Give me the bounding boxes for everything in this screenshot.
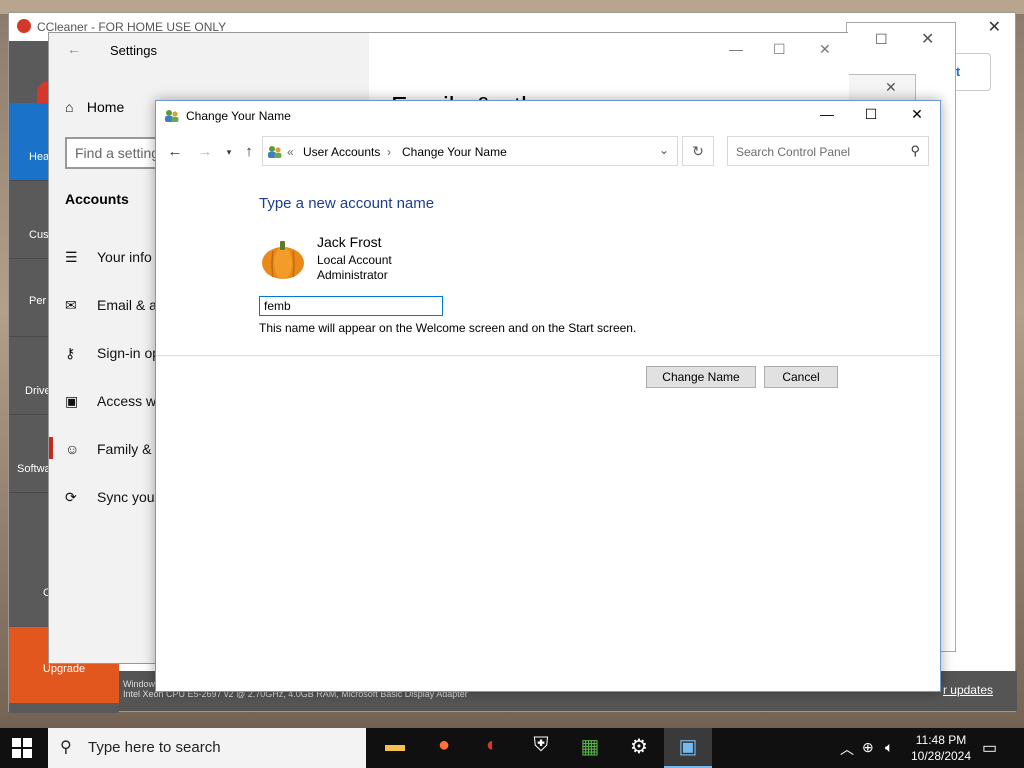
dialog-title: Change Your Name — [186, 109, 291, 123]
user-accounts-icon — [268, 146, 282, 158]
control-panel-taskbar-button[interactable]: ▣ — [664, 728, 712, 768]
minimize-icon[interactable]: — — [729, 41, 743, 57]
mail-icon: ✉ — [65, 297, 77, 313]
ccleaner-nav-label: Softwa — [17, 463, 51, 475]
dialog-heading: Type a new account name — [259, 195, 435, 212]
notifications-icon[interactable]: ▭ — [982, 738, 997, 758]
background-window-bar: ✕ — [846, 74, 916, 102]
forward-arrow-icon[interactable]: → — [196, 143, 214, 161]
windows-security-icon[interactable]: ⛨ — [527, 734, 555, 762]
dialog-titlebar: Change Your Name — ☐ ✕ — [156, 101, 940, 131]
name-hint-text: This name will appear on the Welcome scr… — [259, 321, 637, 335]
user-display-name: Jack Frost — [317, 234, 382, 250]
back-arrow-icon[interactable]: ← — [166, 143, 184, 161]
taskbar-search-box[interactable]: ⚲ Type here to search — [48, 728, 366, 768]
settings-home-link[interactable]: ⌂ Home — [65, 99, 124, 115]
settings-item-email[interactable]: ✉ Email & ac — [65, 297, 164, 314]
address-bar[interactable]: « User Accounts › Change Your Name ⌄ — [262, 136, 678, 166]
person-card-icon: ☰ — [65, 249, 78, 265]
minimize-icon[interactable]: — — [812, 106, 842, 126]
recent-locations-chevron-icon[interactable]: ▾ — [220, 147, 238, 165]
settings-item-label: Family & o — [97, 441, 164, 457]
back-arrow-icon[interactable]: ← — [67, 41, 81, 57]
control-panel-icon: ▣ — [678, 736, 698, 758]
settings-item-sync[interactable]: ⟳ Sync your — [65, 489, 159, 506]
taskbar: ⚲ Type here to search ▬ ● ◐ ⛨ ▦ ⚙ ▣ ︿ ⊕ … — [0, 728, 1024, 768]
ccleaner-logo-icon — [17, 19, 31, 33]
home-label: Home — [86, 99, 125, 115]
ccleaner-nav-label: Cus — [29, 229, 49, 241]
system-clock[interactable]: 11:48 PM 10/28/2024 — [908, 732, 974, 764]
clock-date: 10/28/2024 — [910, 749, 972, 763]
sync-icon: ⟳ — [65, 489, 77, 505]
ccleaner-taskbar-icon[interactable]: ◐ — [478, 734, 506, 762]
maximize-icon[interactable]: ☐ — [856, 106, 886, 126]
user-role: Administrator — [317, 268, 388, 282]
breadcrumb-separator-icon[interactable]: › — [387, 145, 391, 159]
settings-section-title: Accounts — [65, 191, 129, 207]
windows-start-icon[interactable] — [12, 738, 32, 758]
clock-time: 11:48 PM — [915, 733, 967, 747]
settings-item-label: Access wo — [97, 393, 164, 409]
volume-icon[interactable]: 🔈︎ — [885, 739, 893, 756]
settings-item-your-info[interactable]: ☰ Your info — [65, 249, 152, 266]
ccleaner-nav-label: Hea — [29, 151, 50, 163]
app-colorful-icon[interactable]: ▦ — [576, 734, 604, 762]
settings-item-family[interactable]: ☺ Family & o — [65, 441, 163, 457]
taskbar-search-placeholder: Type here to search — [88, 739, 221, 756]
settings-item-label: Sync your — [97, 489, 160, 505]
settings-gear-icon[interactable]: ⚙ — [625, 734, 653, 762]
add-person-icon: ☺ — [65, 441, 80, 457]
control-panel-search-input[interactable]: Search Control Panel ⚲ — [727, 136, 929, 166]
home-icon: ⌂ — [65, 99, 74, 115]
settings-item-label: Email & ac — [97, 297, 164, 313]
dialog-divider — [156, 355, 940, 356]
search-icon: ⚲ — [60, 739, 72, 756]
active-item-marker — [49, 437, 53, 459]
up-arrow-icon[interactable]: ↑ — [240, 143, 258, 161]
user-avatar — [262, 241, 304, 279]
check-updates-link[interactable]: r updates — [943, 683, 993, 697]
close-icon[interactable]: ✕ — [921, 29, 934, 49]
show-hidden-icons-chevron-icon[interactable]: ︿ — [840, 739, 854, 759]
change-name-button[interactable]: Change Name — [646, 366, 756, 388]
user-accounts-icon — [165, 110, 179, 122]
network-icon[interactable]: ⊕ — [862, 739, 874, 756]
briefcase-icon: ▣ — [65, 393, 79, 409]
breadcrumb-overflow-icon[interactable]: « — [287, 145, 294, 159]
address-dropdown-icon[interactable]: ⌄ — [659, 143, 669, 157]
settings-item-access-work[interactable]: ▣ Access wo — [65, 393, 164, 410]
key-icon: ⚷ — [65, 345, 76, 361]
new-account-name-input[interactable] — [259, 296, 443, 316]
close-icon[interactable]: ✕ — [819, 41, 831, 58]
maximize-icon[interactable]: ☐ — [773, 41, 786, 58]
file-explorer-icon[interactable]: ▬ — [381, 734, 409, 762]
close-icon[interactable]: ✕ — [902, 106, 932, 126]
refresh-icon[interactable]: ↻ — [682, 136, 714, 166]
settings-item-sign-in[interactable]: ⚷ Sign-in op — [65, 345, 160, 362]
firefox-icon[interactable]: ● — [430, 734, 458, 762]
breadcrumb-change-your-name[interactable]: Change Your Name — [402, 145, 507, 159]
change-name-dialog: Change Your Name — ☐ ✕ ← → ▾ ↑ « User Ac… — [155, 100, 941, 692]
cancel-button[interactable]: Cancel — [764, 366, 838, 388]
close-icon[interactable]: ✕ — [885, 79, 897, 96]
search-icon: ⚲ — [910, 143, 920, 158]
settings-item-label: Your info — [97, 249, 152, 265]
maximize-icon[interactable]: ☐ — [875, 31, 888, 48]
breadcrumb-user-accounts[interactable]: User Accounts — [303, 145, 380, 159]
ccleaner-nav-label: Drive — [25, 385, 51, 397]
settings-title: Settings — [110, 43, 157, 58]
search-placeholder: Search Control Panel — [736, 145, 851, 159]
user-account-type: Local Account — [317, 253, 392, 267]
settings-item-label: Sign-in op — [97, 345, 161, 361]
ccleaner-close-icon[interactable]: ✕ — [988, 17, 1001, 37]
